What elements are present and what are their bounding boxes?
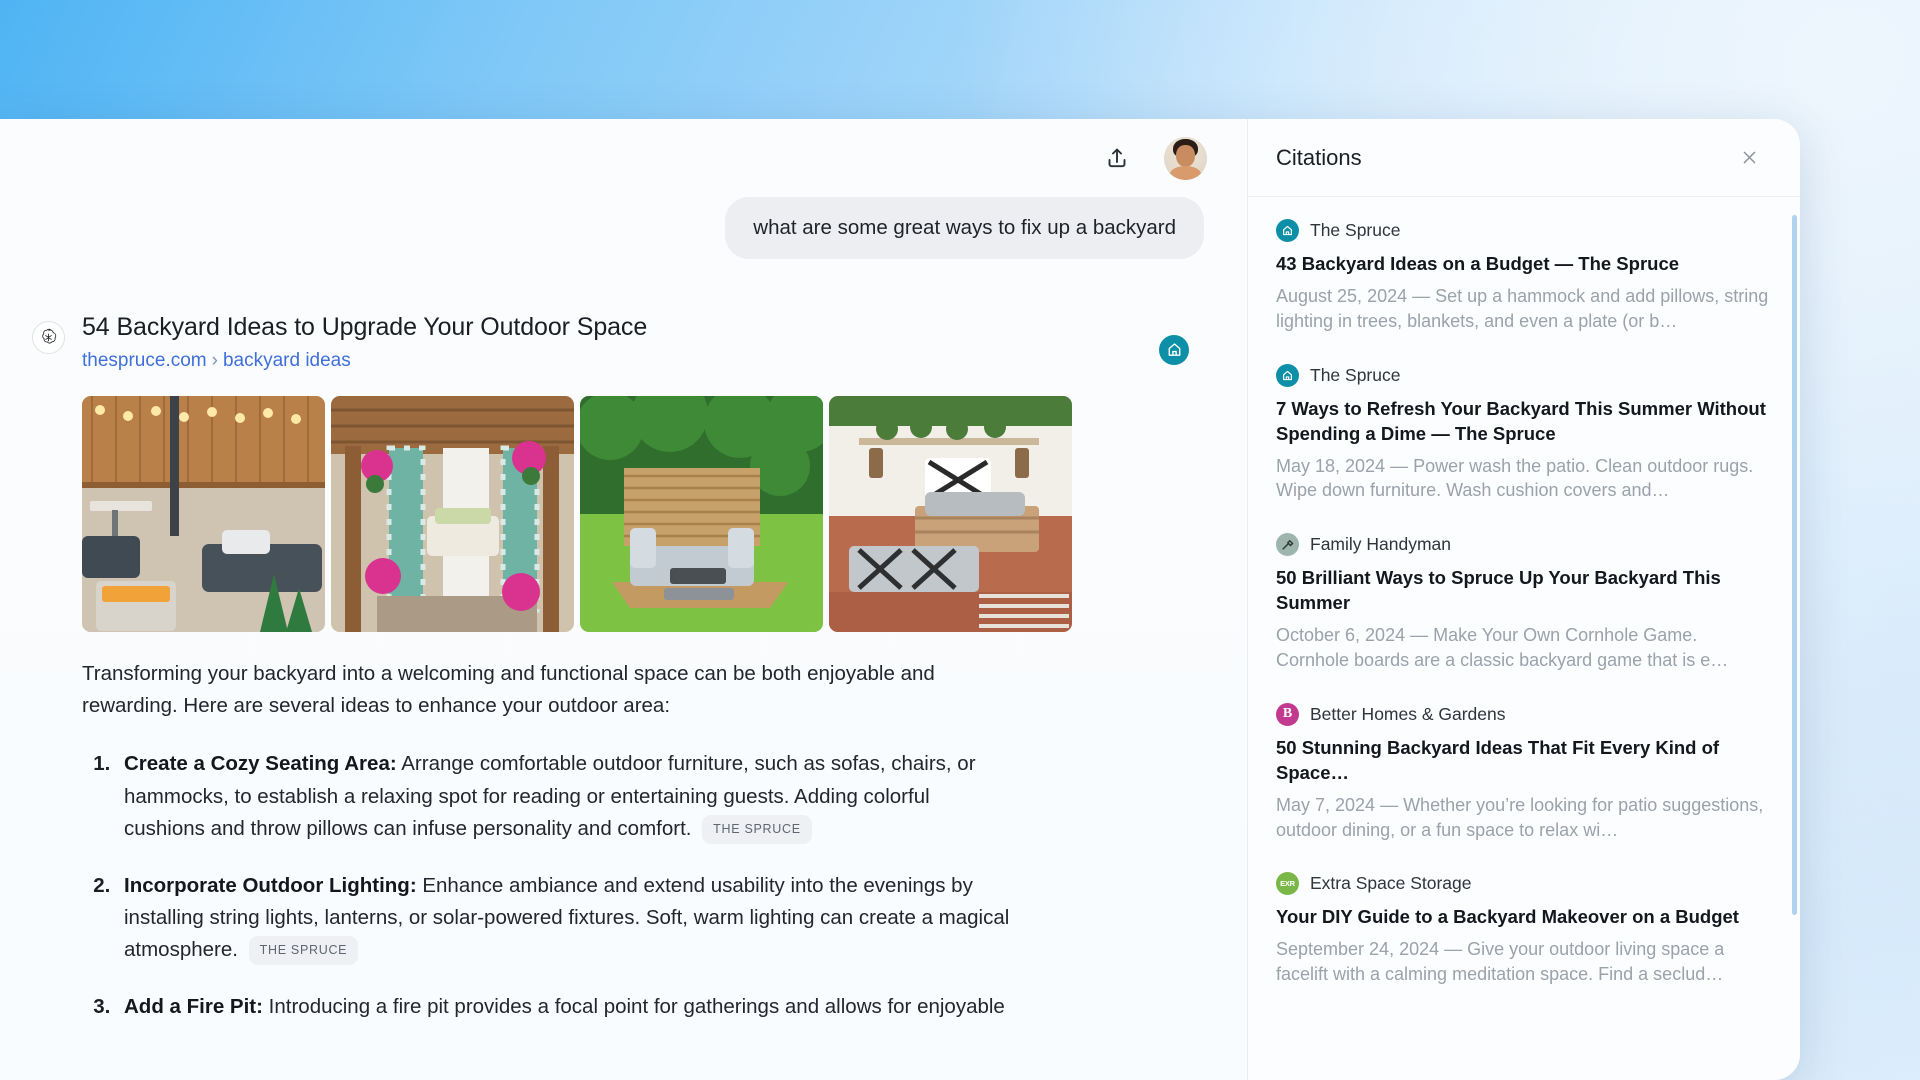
avatar-shoulders bbox=[1170, 165, 1201, 180]
citation-item[interactable]: B Better Homes & Gardens 50 Stunning Bac… bbox=[1276, 702, 1770, 843]
citation-headline: 7 Ways to Refresh Your Backyard This Sum… bbox=[1276, 397, 1766, 444]
citations-header: Citations bbox=[1248, 119, 1800, 197]
list-item-body: Introducing a fire pit provides a focal … bbox=[268, 994, 1005, 1018]
citation-snippet: May 18, 2024 — Power wash the patio. Cle… bbox=[1276, 455, 1754, 501]
breadcrumb-path[interactable]: backyard ideas bbox=[223, 350, 351, 371]
the-spruce-house-icon[interactable] bbox=[1159, 334, 1189, 365]
list-item-heading: Add a Fire Pit: bbox=[124, 994, 263, 1018]
citations-scrollbar[interactable] bbox=[1792, 215, 1797, 915]
citation-item[interactable]: The Spruce 43 Backyard Ideas on a Budget… bbox=[1276, 219, 1770, 334]
breadcrumb: thespruce.com › backyard ideas bbox=[82, 350, 647, 372]
list-item: Add a Fire Pit: Introducing a fire pit p… bbox=[116, 991, 1012, 1023]
answer-intro-paragraph: Transforming your backyard into a welcom… bbox=[82, 661, 935, 718]
citation-source: B Better Homes & Gardens bbox=[1276, 702, 1770, 726]
citation-source: EXR Extra Space Storage bbox=[1276, 872, 1770, 896]
citation-source-name: The Spruce bbox=[1310, 220, 1401, 240]
citation-item[interactable]: EXR Extra Space Storage Your DIY Guide t… bbox=[1276, 872, 1770, 987]
chat-pane: what are some great ways to fix up a bac… bbox=[0, 119, 1247, 1080]
citation-headline: 50 Stunning Backyard Ideas That Fit Ever… bbox=[1276, 736, 1720, 783]
inline-citation-chip[interactable]: THE SPRUCE bbox=[702, 815, 812, 844]
citation-headline: 43 Backyard Ideas on a Budget — The Spru… bbox=[1276, 253, 1680, 274]
citations-list[interactable]: The Spruce 43 Backyard Ideas on a Budget… bbox=[1248, 197, 1800, 1080]
search-result-text: 54 Backyard Ideas to Upgrade Your Outdoo… bbox=[82, 313, 647, 372]
citation-source: The Spruce bbox=[1276, 219, 1770, 242]
user-message-bubble: what are some great ways to fix up a bac… bbox=[725, 197, 1204, 259]
assistant-answer: 54 Backyard Ideas to Upgrade Your Outdoo… bbox=[82, 313, 1247, 1047]
the-spruce-house-icon bbox=[1276, 363, 1299, 387]
citation-snippet: May 7, 2024 — Whether you’re looking for… bbox=[1276, 794, 1764, 840]
user-message-row: what are some great ways to fix up a bac… bbox=[0, 197, 1247, 259]
list-item: Create a Cozy Seating Area: Arrange comf… bbox=[116, 748, 1012, 845]
family-handyman-hammer-icon bbox=[1276, 533, 1299, 557]
openai-logo-icon bbox=[32, 320, 65, 354]
citation-item[interactable]: The Spruce 7 Ways to Refresh Your Backya… bbox=[1276, 363, 1770, 504]
citation-item[interactable]: Family Handyman 50 Brilliant Ways to Spr… bbox=[1276, 533, 1770, 673]
citation-snippet: September 24, 2024 — Give your outdoor l… bbox=[1276, 939, 1725, 985]
avatar[interactable] bbox=[1164, 136, 1207, 180]
backyard-firepit-string-lights-thumbnail[interactable] bbox=[82, 395, 325, 632]
chat-topbar bbox=[0, 119, 1247, 197]
search-result-header: 54 Backyard Ideas to Upgrade Your Outdoo… bbox=[82, 313, 1207, 372]
better-homes-gardens-b-icon: B bbox=[1276, 702, 1299, 726]
list-item: Incorporate Outdoor Lighting: Enhance am… bbox=[116, 870, 1012, 967]
list-item-heading: Incorporate Outdoor Lighting: bbox=[124, 873, 417, 897]
pergola-swing-flowers-thumbnail[interactable] bbox=[331, 395, 574, 632]
citation-source: Family Handyman bbox=[1276, 533, 1770, 557]
citations-panel: Citations The Spruce 43 Backyard Ideas o… bbox=[1247, 119, 1800, 1080]
chat-scroll-area[interactable]: what are some great ways to fix up a bac… bbox=[0, 197, 1247, 1080]
inline-citation-chip[interactable]: THE SPRUCE bbox=[248, 936, 359, 966]
citation-source-name: The Spruce bbox=[1310, 364, 1401, 385]
garden-corner-sofa-deck-thumbnail[interactable] bbox=[580, 395, 823, 632]
assistant-message-row: 54 Backyard Ideas to Upgrade Your Outdoo… bbox=[0, 259, 1247, 1047]
close-x-icon[interactable] bbox=[1734, 143, 1764, 173]
breadcrumb-domain[interactable]: thespruce.com bbox=[82, 350, 207, 371]
app-window: what are some great ways to fix up a bac… bbox=[0, 119, 1800, 1080]
citation-source-name: Better Homes & Gardens bbox=[1310, 703, 1506, 724]
citation-headline: 50 Brilliant Ways to Spruce Up Your Back… bbox=[1276, 567, 1721, 614]
citation-source-name: Extra Space Storage bbox=[1310, 873, 1472, 894]
the-spruce-house-icon bbox=[1276, 219, 1299, 242]
avatar-face bbox=[1176, 145, 1195, 167]
extra-space-storage-exr-icon: EXR bbox=[1276, 872, 1299, 896]
citation-snippet: August 25, 2024 — Set up a hammock and a… bbox=[1276, 285, 1769, 331]
answer-idea-list: Create a Cozy Seating Area: Arrange comf… bbox=[82, 748, 1012, 1023]
pallet-lounge-lanterns-thumbnail[interactable] bbox=[829, 395, 1072, 632]
result-thumbnail-strip bbox=[82, 395, 1207, 632]
page-title: 54 Backyard Ideas to Upgrade Your Outdoo… bbox=[82, 312, 648, 341]
citation-source: The Spruce bbox=[1276, 363, 1770, 387]
citation-source-name: Family Handyman bbox=[1310, 534, 1452, 555]
citation-snippet: October 6, 2024 — Make Your Own Cornhole… bbox=[1276, 625, 1729, 670]
citations-title: Citations bbox=[1276, 144, 1362, 170]
citation-headline: Your DIY Guide to a Backyard Makeover on… bbox=[1276, 906, 1739, 928]
share-upload-icon[interactable] bbox=[1096, 137, 1138, 179]
breadcrumb-separator: › bbox=[211, 349, 218, 371]
list-item-heading: Create a Cozy Seating Area: bbox=[124, 752, 397, 776]
